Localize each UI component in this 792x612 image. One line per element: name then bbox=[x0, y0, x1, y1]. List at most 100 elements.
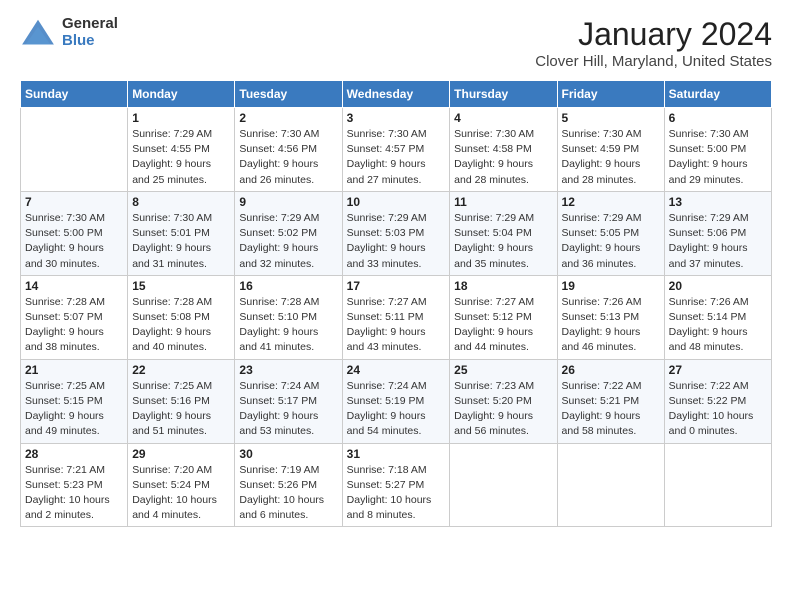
day-number: 8 bbox=[132, 195, 230, 209]
day-detail: Sunrise: 7:23 AM Sunset: 5:20 PM Dayligh… bbox=[454, 379, 552, 440]
day-detail: Sunrise: 7:29 AM Sunset: 5:03 PM Dayligh… bbox=[347, 211, 446, 272]
day-detail: Sunrise: 7:30 AM Sunset: 5:01 PM Dayligh… bbox=[132, 211, 230, 272]
day-number: 17 bbox=[347, 279, 446, 293]
week-row-1: 7Sunrise: 7:30 AM Sunset: 5:00 PM Daylig… bbox=[21, 191, 772, 275]
calendar-cell: 19Sunrise: 7:26 AM Sunset: 5:13 PM Dayli… bbox=[557, 275, 664, 359]
calendar-cell bbox=[557, 443, 664, 527]
day-number: 11 bbox=[454, 195, 552, 209]
day-detail: Sunrise: 7:29 AM Sunset: 5:05 PM Dayligh… bbox=[562, 211, 660, 272]
day-detail: Sunrise: 7:29 AM Sunset: 5:06 PM Dayligh… bbox=[669, 211, 767, 272]
calendar-cell: 11 Sunrise: 7:29 AM Sunset: 5:04 PM Dayli… bbox=[450, 191, 557, 275]
weekday-header-thursday: Thursday bbox=[450, 81, 557, 108]
calendar-cell: 30Sunrise: 7:19 AM Sunset: 5:26 PM Dayli… bbox=[235, 443, 342, 527]
day-detail: Sunrise: 7:25 AM Sunset: 5:15 PM Dayligh… bbox=[25, 379, 123, 440]
calendar-cell: 28 Sunrise: 7:21 AM Sunset: 5:23 PM Dayli… bbox=[21, 443, 128, 527]
day-detail: Sunrise: 7:21 AM Sunset: 5:23 PM Dayligh… bbox=[25, 463, 123, 524]
calendar-cell bbox=[664, 443, 771, 527]
weekday-header-row: SundayMondayTuesdayWednesdayThursdayFrid… bbox=[21, 81, 772, 108]
day-detail: Sunrise: 7:29 AM Sunset: 4:55 PM Dayligh… bbox=[132, 127, 230, 188]
day-number: 4 bbox=[454, 111, 552, 125]
day-detail: Sunrise: 7:30 AM Sunset: 5:00 PM Dayligh… bbox=[669, 127, 767, 188]
calendar-cell: 9Sunrise: 7:29 AM Sunset: 5:02 PM Daylig… bbox=[235, 191, 342, 275]
calendar-cell bbox=[21, 108, 128, 192]
day-detail: Sunrise: 7:24 AM Sunset: 5:19 PM Dayligh… bbox=[347, 379, 446, 440]
day-number: 26 bbox=[562, 363, 660, 377]
day-detail: Sunrise: 7:28 AM Sunset: 5:08 PM Dayligh… bbox=[132, 295, 230, 356]
day-number: 1 bbox=[132, 111, 230, 125]
calendar-cell: 31 Sunrise: 7:18 AM Sunset: 5:27 PM Dayli… bbox=[342, 443, 450, 527]
week-row-3: 21 Sunrise: 7:25 AM Sunset: 5:15 PM Dayli… bbox=[21, 359, 772, 443]
day-detail: Sunrise: 7:22 AM Sunset: 5:22 PM Dayligh… bbox=[669, 379, 767, 440]
calendar-cell: 29 Sunrise: 7:20 AM Sunset: 5:24 PM Dayli… bbox=[128, 443, 235, 527]
day-detail: Sunrise: 7:27 AM Sunset: 5:11 PM Dayligh… bbox=[347, 295, 446, 356]
weekday-header-wednesday: Wednesday bbox=[342, 81, 450, 108]
calendar-cell: 18Sunrise: 7:27 AM Sunset: 5:12 PM Dayli… bbox=[450, 275, 557, 359]
day-number: 12 bbox=[562, 195, 660, 209]
day-number: 21 bbox=[25, 363, 123, 377]
day-number: 7 bbox=[25, 195, 123, 209]
day-number: 29 bbox=[132, 447, 230, 461]
calendar-cell: 17 Sunrise: 7:27 AM Sunset: 5:11 PM Dayli… bbox=[342, 275, 450, 359]
calendar-cell: 13Sunrise: 7:29 AM Sunset: 5:06 PM Dayli… bbox=[664, 191, 771, 275]
day-number: 25 bbox=[454, 363, 552, 377]
calendar-cell: 27 Sunrise: 7:22 AM Sunset: 5:22 PM Dayli… bbox=[664, 359, 771, 443]
calendar: SundayMondayTuesdayWednesdayThursdayFrid… bbox=[20, 80, 772, 527]
week-row-0: 1 Sunrise: 7:29 AM Sunset: 4:55 PM Daylig… bbox=[21, 108, 772, 192]
logo-icon bbox=[20, 18, 56, 48]
day-number: 27 bbox=[669, 363, 767, 377]
week-row-2: 14Sunrise: 7:28 AM Sunset: 5:07 PM Dayli… bbox=[21, 275, 772, 359]
weekday-header-monday: Monday bbox=[128, 81, 235, 108]
day-number: 30 bbox=[239, 447, 337, 461]
logo: General Blue bbox=[20, 16, 118, 49]
calendar-cell: 20 Sunrise: 7:26 AM Sunset: 5:14 PM Dayli… bbox=[664, 275, 771, 359]
day-number: 15 bbox=[132, 279, 230, 293]
day-number: 28 bbox=[25, 447, 123, 461]
day-number: 10 bbox=[347, 195, 446, 209]
day-number: 31 bbox=[347, 447, 446, 461]
weekday-header-tuesday: Tuesday bbox=[235, 81, 342, 108]
day-number: 22 bbox=[132, 363, 230, 377]
calendar-cell: 21 Sunrise: 7:25 AM Sunset: 5:15 PM Dayli… bbox=[21, 359, 128, 443]
calendar-cell: 5 Sunrise: 7:30 AM Sunset: 4:59 PM Daylig… bbox=[557, 108, 664, 192]
calendar-cell: 2 Sunrise: 7:30 AM Sunset: 4:56 PM Daylig… bbox=[235, 108, 342, 192]
day-number: 20 bbox=[669, 279, 767, 293]
day-detail: Sunrise: 7:30 AM Sunset: 4:58 PM Dayligh… bbox=[454, 127, 552, 188]
calendar-cell: 3 Sunrise: 7:30 AM Sunset: 4:57 PM Daylig… bbox=[342, 108, 450, 192]
calendar-cell: 25 Sunrise: 7:23 AM Sunset: 5:20 PM Dayli… bbox=[450, 359, 557, 443]
weekday-header-saturday: Saturday bbox=[664, 81, 771, 108]
calendar-cell: 1 Sunrise: 7:29 AM Sunset: 4:55 PM Daylig… bbox=[128, 108, 235, 192]
calendar-cell: 12 Sunrise: 7:29 AM Sunset: 5:05 PM Dayli… bbox=[557, 191, 664, 275]
day-detail: Sunrise: 7:30 AM Sunset: 4:57 PM Dayligh… bbox=[347, 127, 446, 188]
day-detail: Sunrise: 7:29 AM Sunset: 5:04 PM Dayligh… bbox=[454, 211, 552, 272]
day-detail: Sunrise: 7:20 AM Sunset: 5:24 PM Dayligh… bbox=[132, 463, 230, 524]
day-detail: Sunrise: 7:28 AM Sunset: 5:10 PM Dayligh… bbox=[239, 295, 337, 356]
day-number: 3 bbox=[347, 111, 446, 125]
logo-text: General Blue bbox=[62, 16, 118, 49]
day-detail: Sunrise: 7:30 AM Sunset: 4:56 PM Dayligh… bbox=[239, 127, 337, 188]
day-number: 16 bbox=[239, 279, 337, 293]
calendar-cell: 14Sunrise: 7:28 AM Sunset: 5:07 PM Dayli… bbox=[21, 275, 128, 359]
day-detail: Sunrise: 7:18 AM Sunset: 5:27 PM Dayligh… bbox=[347, 463, 446, 524]
logo-line2: Blue bbox=[62, 33, 118, 50]
day-detail: Sunrise: 7:26 AM Sunset: 5:14 PM Dayligh… bbox=[669, 295, 767, 356]
day-number: 14 bbox=[25, 279, 123, 293]
day-detail: Sunrise: 7:30 AM Sunset: 4:59 PM Dayligh… bbox=[562, 127, 660, 188]
calendar-cell: 6 Sunrise: 7:30 AM Sunset: 5:00 PM Daylig… bbox=[664, 108, 771, 192]
calendar-cell bbox=[450, 443, 557, 527]
day-detail: Sunrise: 7:26 AM Sunset: 5:13 PM Dayligh… bbox=[562, 295, 660, 356]
calendar-cell: 10 Sunrise: 7:29 AM Sunset: 5:03 PM Dayli… bbox=[342, 191, 450, 275]
weekday-header-sunday: Sunday bbox=[21, 81, 128, 108]
day-number: 6 bbox=[669, 111, 767, 125]
day-number: 2 bbox=[239, 111, 337, 125]
day-detail: Sunrise: 7:22 AM Sunset: 5:21 PM Dayligh… bbox=[562, 379, 660, 440]
calendar-cell: 24 Sunrise: 7:24 AM Sunset: 5:19 PM Dayli… bbox=[342, 359, 450, 443]
day-number: 24 bbox=[347, 363, 446, 377]
day-number: 5 bbox=[562, 111, 660, 125]
month-title: January 2024 bbox=[535, 16, 772, 53]
weekday-header-friday: Friday bbox=[557, 81, 664, 108]
day-detail: Sunrise: 7:25 AM Sunset: 5:16 PM Dayligh… bbox=[132, 379, 230, 440]
day-detail: Sunrise: 7:24 AM Sunset: 5:17 PM Dayligh… bbox=[239, 379, 337, 440]
calendar-cell: 4 Sunrise: 7:30 AM Sunset: 4:58 PM Daylig… bbox=[450, 108, 557, 192]
day-detail: Sunrise: 7:27 AM Sunset: 5:12 PM Dayligh… bbox=[454, 295, 552, 356]
calendar-cell: 15 Sunrise: 7:28 AM Sunset: 5:08 PM Dayli… bbox=[128, 275, 235, 359]
